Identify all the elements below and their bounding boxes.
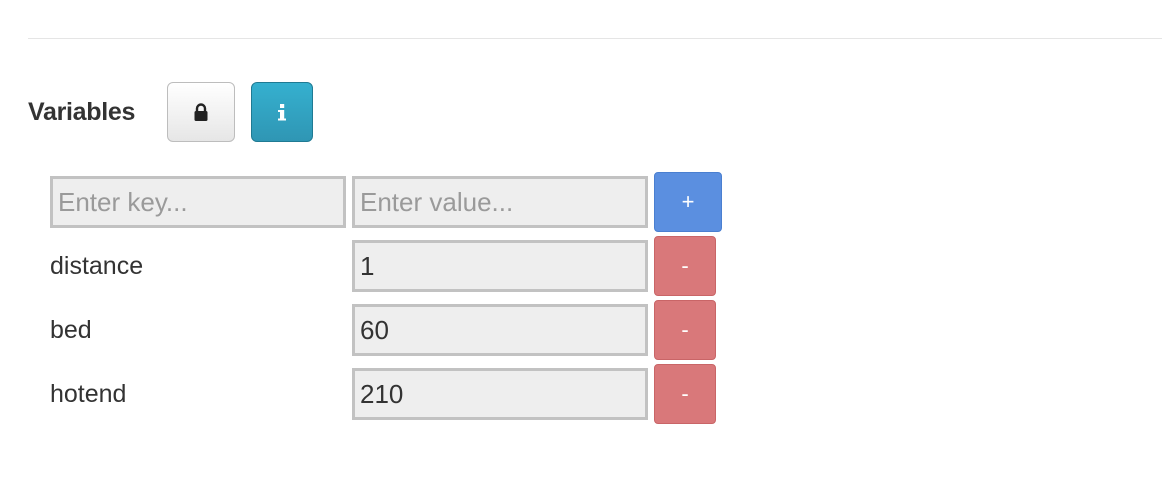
variable-value-bed[interactable] [352,304,648,356]
variable-value-hotend[interactable] [352,368,648,420]
variable-key-distance: distance [50,252,144,280]
variable-key-hotend: hotend [50,380,127,408]
remove-variable-hotend-button[interactable]: - [654,364,716,424]
info-icon [278,104,287,121]
lock-button[interactable] [167,82,236,142]
variable-key-bed: bed [50,316,92,344]
variables-header: Variables [28,82,314,142]
add-variable-button[interactable]: + [654,172,722,232]
lock-icon [194,103,208,121]
section-title: Variables [28,97,136,126]
remove-variable-bed-button[interactable]: - [654,300,716,360]
variable-value-distance[interactable] [352,240,648,292]
remove-variable-distance-button[interactable]: - [654,236,716,296]
section-divider [28,38,1162,39]
new-value-input[interactable] [352,176,648,228]
new-key-input[interactable] [50,176,346,228]
info-button[interactable] [251,82,314,142]
